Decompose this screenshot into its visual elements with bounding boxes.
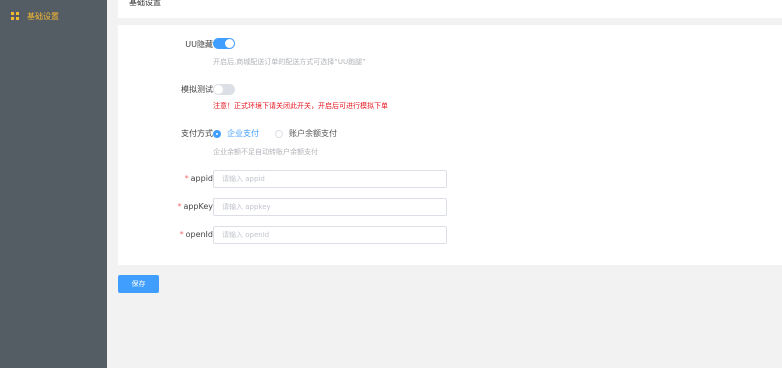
simulate-test-label: 模拟测试 [181, 85, 213, 94]
uu-hide-switch[interactable] [213, 38, 235, 49]
uu-hide-hint: 开启后,商城配送订单的配送方式可选择“UU跑腿” [213, 58, 366, 66]
radio-label: 企业支付 [227, 129, 259, 138]
payment-method-hint: 企业余额不足自动转账户余额支付 [213, 148, 318, 156]
openid-label: * openId [180, 230, 213, 239]
radio-unchecked-icon [275, 129, 283, 138]
sidebar-item-label: 基础设置 [27, 11, 59, 21]
grid-icon [11, 12, 19, 20]
switch-knob [225, 39, 234, 48]
openid-label-text: openId [185, 230, 213, 239]
radio-label: 账户余额支付 [289, 129, 337, 138]
simulate-test-warning: 注意！正式环境下请关闭此开关，开启后可进行模拟下单 [213, 102, 388, 110]
header-card: 基础设置 [118, 0, 782, 18]
radio-balance-pay[interactable]: 账户余额支付 [275, 128, 337, 139]
radio-checked-icon [213, 129, 221, 138]
appkey-label-text: appKey [183, 202, 213, 211]
openid-input[interactable] [213, 226, 447, 244]
appid-input[interactable] [213, 170, 447, 188]
appid-label: * appid [185, 174, 213, 183]
save-button[interactable]: 保存 [118, 275, 159, 293]
appkey-label: * appKey [177, 202, 213, 211]
simulate-test-switch[interactable] [213, 84, 235, 95]
main-content: 基础设置 UU隐藏 开启后,商城配送订单的配送方式可选择“UU跑腿” 模拟测试 … [107, 0, 782, 368]
required-mark: * [179, 230, 184, 239]
appid-label-text: appid [190, 174, 213, 183]
page-title: 基础设置 [129, 0, 161, 7]
required-mark: * [177, 202, 182, 211]
radio-enterprise-pay[interactable]: 企业支付 [213, 128, 259, 139]
uu-hide-label: UU隐藏 [185, 40, 213, 49]
sidebar-item-basic-settings[interactable]: 基础设置 [0, 6, 107, 26]
settings-form: UU隐藏 开启后,商城配送订单的配送方式可选择“UU跑腿” 模拟测试 注意！正式… [118, 25, 782, 265]
sidebar: 基础设置 [0, 0, 107, 368]
appkey-input[interactable] [213, 198, 447, 216]
payment-method-label: 支付方式 [181, 129, 213, 138]
required-mark: * [184, 174, 189, 183]
switch-knob [214, 85, 223, 94]
